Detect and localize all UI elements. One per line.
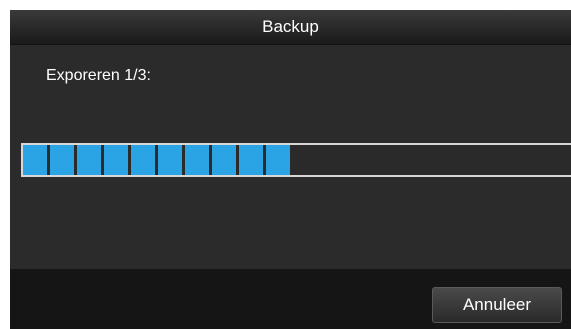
dialog-titlebar: Backup	[10, 10, 571, 45]
backup-dialog: Backup Exporeren 1/3: Annuleer	[10, 10, 571, 329]
progress-bar	[21, 143, 571, 177]
progress-bar-fill	[23, 145, 293, 175]
cancel-button[interactable]: Annuleer	[432, 287, 562, 323]
dialog-footer: Annuleer	[10, 269, 571, 329]
export-status-text: Exporeren 1/3:	[46, 67, 151, 84]
dialog-title: Backup	[262, 17, 319, 36]
